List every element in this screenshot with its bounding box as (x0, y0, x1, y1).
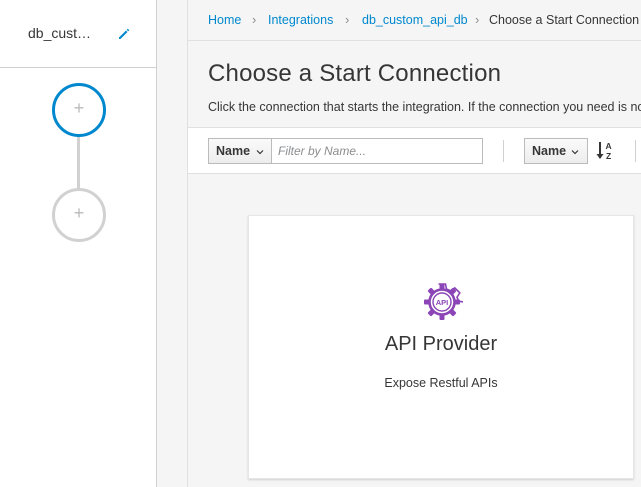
filter-input[interactable] (271, 138, 483, 164)
sort-field-dropdown[interactable]: Name (524, 138, 588, 164)
api-icon-label: API (436, 298, 449, 307)
finish-step-button[interactable]: + (52, 188, 106, 242)
sort-field-label: Name (532, 144, 567, 158)
breadcrumb-current: Choose a Start Connection (489, 13, 640, 27)
connection-card-api-provider[interactable]: API API Provider Expose Restful APIs (248, 215, 634, 479)
chevron-down-icon (571, 150, 579, 155)
sort-alpha-ascending-icon[interactable]: A Z (596, 140, 616, 162)
breadcrumb-integrations[interactable]: Integrations (268, 13, 333, 27)
api-gear-icon: API (421, 281, 464, 323)
panel-gap (157, 0, 187, 487)
chevron-down-icon (256, 150, 264, 155)
filter-toolbar: Name Name A Z (188, 127, 641, 174)
integration-sidebar: db_custom_api_db + + (0, 0, 157, 487)
step-connector-line (77, 136, 80, 190)
connection-name: API Provider (384, 333, 498, 355)
toolbar-divider (503, 140, 504, 162)
page-description: Click the connection that starts the int… (208, 100, 641, 114)
plus-icon: + (73, 98, 85, 118)
plus-icon: + (73, 203, 85, 223)
sidebar-header: db_custom_api_db (0, 0, 156, 68)
breadcrumb-separator: › (345, 12, 350, 27)
pencil-icon[interactable] (117, 27, 131, 41)
breadcrumb-home[interactable]: Home (208, 13, 241, 27)
breadcrumb: Home › Integrations › db_custom_api_db ›… (188, 0, 641, 41)
breadcrumb-integration[interactable]: db_custom_api_db (362, 13, 468, 27)
toolbar-divider (635, 140, 636, 162)
main-content: Home › Integrations › db_custom_api_db ›… (187, 0, 641, 487)
connection-description: Expose Restful APIs (384, 376, 498, 390)
filter-field-label: Name (216, 144, 251, 158)
integration-name[interactable]: db_custom_api_db (28, 25, 98, 41)
svg-text:A: A (606, 141, 612, 151)
page-title: Choose a Start Connection (208, 60, 502, 87)
breadcrumb-separator: › (475, 12, 480, 27)
breadcrumb-separator: › (252, 12, 257, 27)
filter-field-dropdown[interactable]: Name (208, 138, 272, 164)
start-step-button[interactable]: + (52, 83, 106, 137)
svg-text:Z: Z (606, 151, 611, 161)
